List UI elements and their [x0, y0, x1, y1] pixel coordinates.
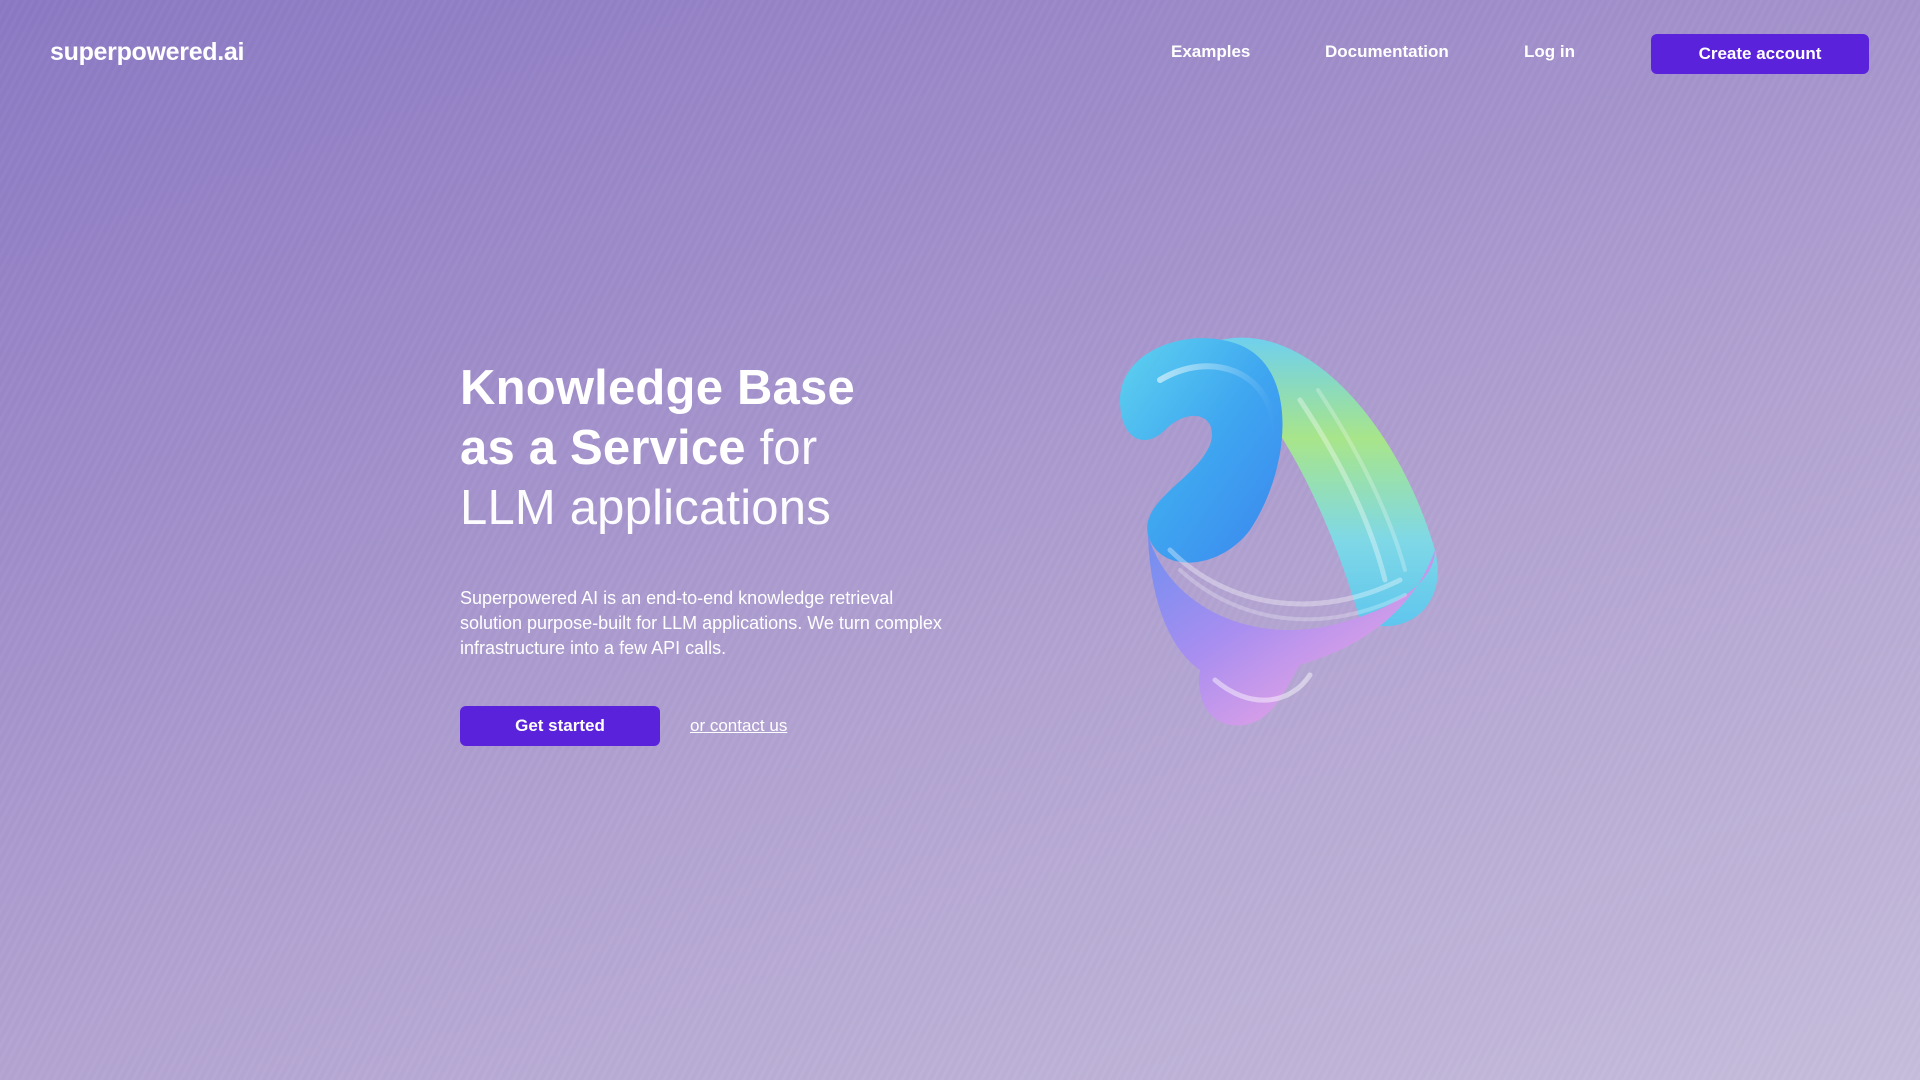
hero-title-line1: Knowledge Base — [460, 361, 855, 415]
hero-title-line2-light: for — [759, 421, 818, 475]
get-started-button[interactable]: Get started — [460, 706, 660, 746]
nav-link-login[interactable]: Log in — [1524, 42, 1575, 62]
create-account-button[interactable]: Create account — [1651, 34, 1869, 74]
site-header: superpowered.ai Examples Documentation L… — [0, 0, 1920, 108]
iridescent-ribbon-icon — [1120, 337, 1438, 726]
contact-us-link[interactable]: or contact us — [690, 716, 787, 736]
hero-title-line2-strong: as a Service — [460, 421, 746, 475]
hero-title-line3: LLM applications — [460, 481, 831, 535]
hero-description: Superpowered AI is an end-to-end knowled… — [460, 588, 942, 658]
nav-link-examples[interactable]: Examples — [1171, 42, 1250, 62]
site-logo[interactable]: superpowered.ai — [50, 38, 244, 67]
background-texture — [0, 0, 1920, 1080]
nav-link-documentation[interactable]: Documentation — [1325, 42, 1449, 62]
hero-title: Knowledge Base as a Service for LLM appl… — [460, 358, 855, 538]
